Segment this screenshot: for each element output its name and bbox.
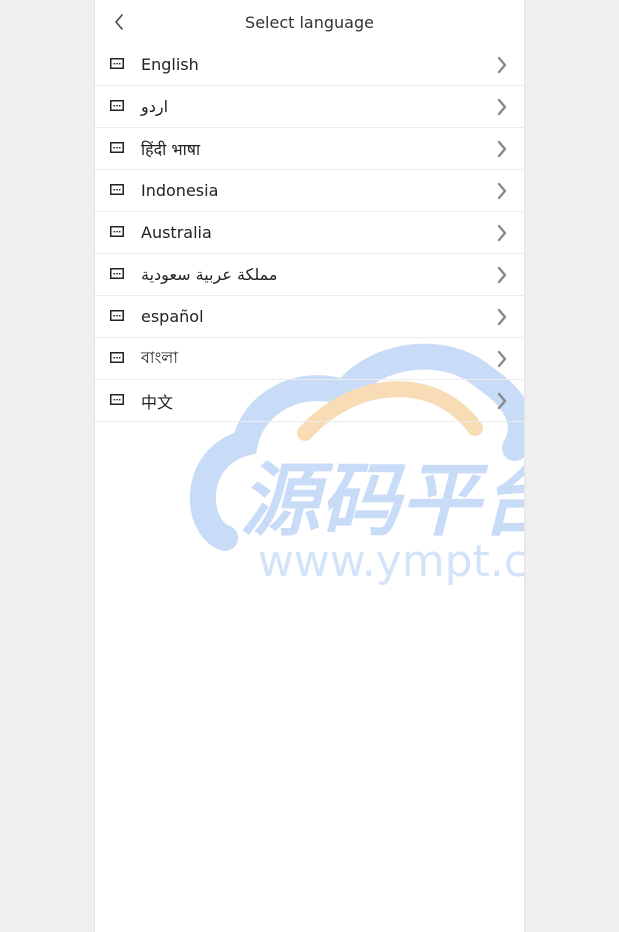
keyboard-icon (110, 310, 124, 321)
language-label: اردو (141, 97, 169, 116)
language-label: English (141, 55, 199, 74)
language-label: हिंदी भाषा (141, 139, 201, 159)
chevron-right-icon (497, 392, 507, 410)
language-label: Indonesia (141, 181, 219, 200)
keyboard-icon (110, 58, 124, 69)
language-label: Australia (141, 223, 212, 242)
language-item-urdu[interactable]: اردو (95, 86, 524, 128)
keyboard-icon (110, 394, 124, 405)
chevron-right-icon (497, 182, 507, 200)
language-list: English اردو हिंदी भाषा Indonesia Austra… (95, 44, 524, 422)
header: Select language (95, 0, 524, 44)
language-panel: 源码平台 www.ympt.cc Select language English (94, 0, 525, 932)
chevron-right-icon (497, 56, 507, 74)
chevron-right-icon (497, 140, 507, 158)
watermark-chinese-text: 源码平台 (240, 454, 525, 547)
chevron-right-icon (497, 350, 507, 368)
language-item-spanish[interactable]: español (95, 296, 524, 338)
keyboard-icon (110, 226, 124, 237)
language-item-chinese[interactable]: 中文 (95, 380, 524, 422)
chevron-right-icon (497, 266, 507, 284)
language-item-indonesia[interactable]: Indonesia (95, 170, 524, 212)
language-label: español (141, 307, 204, 326)
language-item-arabic[interactable]: مملكة عربية سعودية (95, 254, 524, 296)
watermark-url-text: www.ympt.cc (258, 536, 525, 587)
chevron-right-icon (497, 224, 507, 242)
language-item-hindi[interactable]: हिंदी भाषा (95, 128, 524, 170)
keyboard-icon (110, 142, 124, 153)
keyboard-icon (110, 268, 124, 279)
language-label: বাংলা (141, 348, 178, 367)
language-label: 中文 (141, 392, 174, 412)
language-item-australia[interactable]: Australia (95, 212, 524, 254)
keyboard-icon (110, 352, 124, 363)
keyboard-icon (110, 100, 124, 111)
language-item-english[interactable]: English (95, 44, 524, 86)
chevron-right-icon (497, 98, 507, 116)
language-item-bengali[interactable]: বাংলা (95, 338, 524, 380)
keyboard-icon (110, 184, 124, 195)
page-title: Select language (245, 13, 374, 32)
language-label: مملكة عربية سعودية (141, 265, 278, 284)
chevron-right-icon (497, 308, 507, 326)
